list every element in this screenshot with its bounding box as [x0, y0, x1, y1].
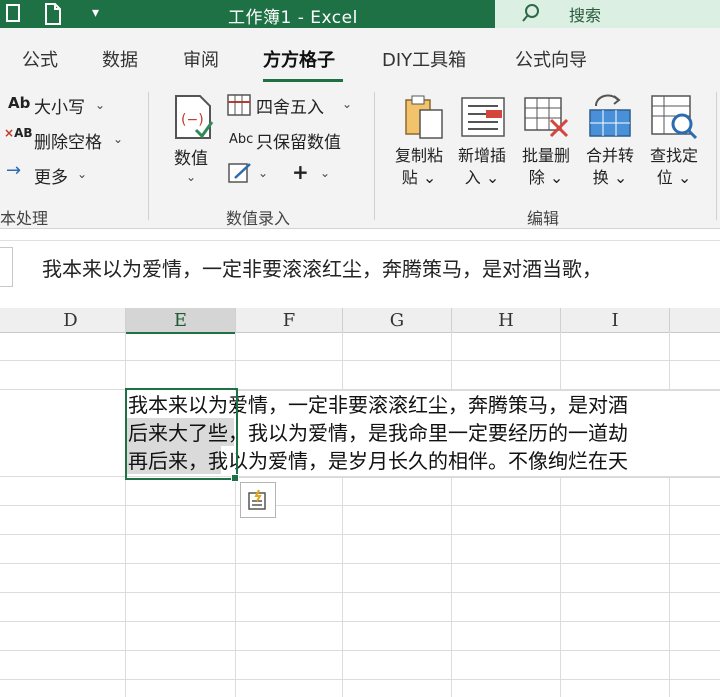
chevron-down-icon: ⌄: [77, 167, 88, 181]
chevron-down-icon: ⌄: [258, 166, 269, 180]
grid-line: [235, 332, 236, 697]
column-header-g[interactable]: G: [343, 308, 452, 332]
insert-label: 新增插入 ⌄: [457, 146, 506, 187]
column-header-f[interactable]: F: [236, 308, 343, 332]
grid-line: [669, 332, 670, 697]
keep-values-label: 只保留数值: [256, 133, 341, 153]
chevron-down-icon: ⌄: [320, 166, 331, 180]
tab-data[interactable]: 数据: [102, 46, 138, 72]
round-icon: [227, 94, 251, 120]
tab-fangfang-gezi[interactable]: 方方格子: [263, 46, 335, 72]
case-icon: Ab: [8, 94, 31, 112]
quick-analysis-icon: [247, 489, 269, 515]
ribbon-tabs: 公式 数据 审阅 方方格子 DIY工具箱 公式向导: [0, 28, 720, 88]
column-header-h[interactable]: H: [452, 308, 561, 332]
search-icon: [521, 3, 539, 22]
grid-line: [0, 621, 720, 622]
new-file-icon[interactable]: [44, 3, 62, 30]
quick-access-dropdown-icon[interactable]: ▾: [92, 5, 99, 21]
round-label: 四舍五入: [256, 98, 324, 118]
grid-line: [0, 679, 720, 680]
grid-line: [451, 332, 452, 697]
tab-review[interactable]: 审阅: [183, 46, 219, 72]
save-icon[interactable]: [6, 3, 20, 28]
data-entry-group-label: 数值录入: [226, 209, 291, 228]
grid-line: [0, 650, 720, 651]
group-divider: [716, 92, 717, 220]
insert-rows-icon: [460, 96, 506, 142]
trim-spaces-icon: ×AB: [4, 126, 33, 140]
numeric-label: 数值: [174, 149, 208, 169]
keep-values-icon: Abc: [229, 132, 254, 147]
search-box[interactable]: 搜索: [495, 0, 720, 28]
group-divider: [374, 92, 375, 220]
svg-text:(−): (−): [181, 112, 204, 128]
merge-convert-icon: [586, 94, 632, 142]
trim-spaces-label: 删除空格: [34, 133, 102, 153]
arrow-right-icon: →: [6, 160, 22, 181]
group-divider: [148, 92, 149, 220]
grid-line: [560, 332, 561, 697]
column-headers: D E F G H I: [0, 308, 720, 334]
grid-line: [342, 332, 343, 697]
clipboard-icon: [402, 94, 446, 144]
edit-group-label: 编辑: [527, 209, 560, 228]
case-label: 大小写: [34, 98, 85, 118]
tab-formula-wizard[interactable]: 公式向导: [515, 46, 587, 72]
window-title: 工作簿1 - Excel: [228, 8, 358, 28]
active-tab-indicator: [263, 79, 343, 82]
plus-icon: +: [292, 160, 309, 184]
column-header-i[interactable]: I: [561, 308, 670, 332]
grid-line: [0, 534, 720, 535]
grid-line: [0, 563, 720, 564]
chevron-down-icon: ⌄: [186, 170, 197, 184]
text-processing-group-label: 本处理: [0, 209, 49, 228]
batch-delete-icon: [523, 96, 569, 142]
quick-analysis-button[interactable]: [240, 482, 276, 518]
grid-line: [0, 360, 720, 361]
find-locate-label: 查找定位 ⌄: [649, 146, 698, 187]
worksheet-grid[interactable]: D E F G H I: [0, 290, 720, 697]
fill-handle[interactable]: [231, 474, 239, 482]
numeric-icon: (−): [172, 94, 214, 144]
copy-paste-label: 复制粘贴 ⌄: [394, 146, 443, 187]
grid-line: [0, 592, 720, 593]
batch-delete-label: 批量删除 ⌄: [521, 146, 570, 187]
chevron-down-icon: ⌄: [342, 97, 353, 111]
merge-convert-label: 合并转换 ⌄: [585, 146, 634, 187]
column-header-d[interactable]: D: [16, 308, 126, 332]
name-box[interactable]: [0, 247, 13, 287]
formula-input[interactable]: 我本来以为爱情，一定非要滚滚红尘，奔腾策马，是对酒当歌，: [42, 253, 602, 282]
search-label: 搜索: [569, 6, 602, 25]
edit-icon: [228, 162, 252, 188]
more-label: 更多: [34, 168, 68, 188]
column-header-e[interactable]: E: [126, 308, 236, 334]
find-locate-icon: [650, 94, 698, 144]
tab-formulas[interactable]: 公式: [22, 46, 58, 72]
tab-diy-toolbox[interactable]: DIY工具箱: [382, 46, 466, 72]
formula-bar: 我本来以为爱情，一定非要滚滚红尘，奔腾策马，是对酒当歌，: [0, 240, 720, 292]
grid-line: [0, 505, 720, 506]
ribbon: Ab 大小写 ⌄ ×AB 删除空格 ⌄ → 更多 ⌄ 本处理 (−) 数值 ⌄ …: [0, 88, 720, 229]
title-bar: ▾ 工作簿1 - Excel 搜索: [0, 0, 720, 28]
chevron-down-icon: ⌄: [113, 132, 124, 146]
selected-cell-e[interactable]: [125, 388, 238, 480]
chevron-down-icon: ⌄: [95, 98, 106, 112]
grid-line: [125, 332, 126, 697]
